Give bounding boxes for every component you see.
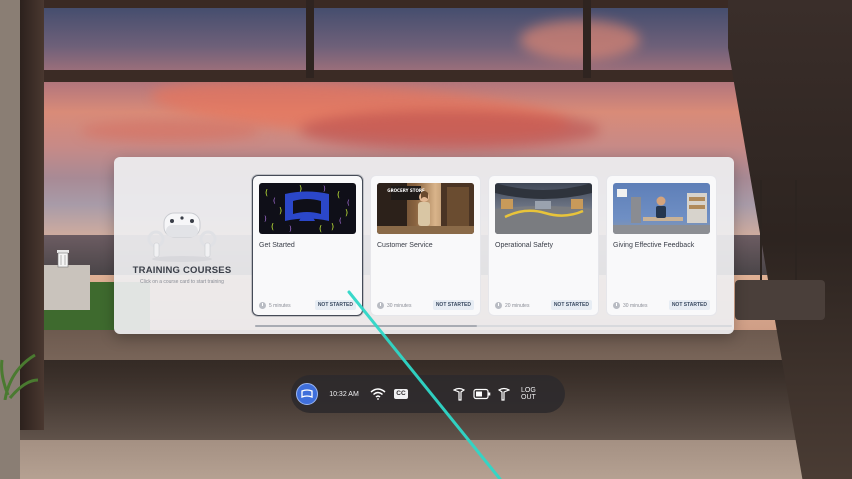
battery-icon — [473, 388, 491, 400]
svg-text:): ) — [323, 185, 326, 193]
course-card-giving-effective-feedback[interactable]: Giving Effective Feedback 30 minutes NOT… — [606, 175, 717, 316]
panel-header: TRAINING COURSES Click on a course card … — [114, 157, 250, 334]
battery-status — [471, 375, 493, 413]
svg-text:(: ( — [337, 190, 340, 199]
clock-icon — [377, 302, 384, 309]
course-card-operational-safety[interactable]: Operational Safety 20 minutes NOT STARTE… — [488, 175, 599, 316]
cloud — [520, 20, 640, 60]
office-scene — [613, 189, 710, 234]
course-title: Giving Effective Feedback — [613, 242, 695, 249]
menu-button[interactable] — [296, 383, 318, 405]
course-card-customer-service[interactable]: GROCERY STORE Customer Service 30 minute… — [370, 175, 481, 316]
course-title: Get Started — [259, 242, 295, 249]
grocery-store-scene: GROCERY STORE — [377, 183, 474, 234]
vr-headset-controllers-icon — [147, 212, 217, 262]
training-courses-panel: TRAINING COURSES Click on a course card … — [114, 157, 734, 334]
headset-view-icon: ()( ()) )( ()( ()) — [264, 184, 350, 233]
panel-title: TRAINING COURSES — [132, 265, 232, 276]
plant-icon — [0, 353, 39, 400]
course-title: Operational Safety — [495, 242, 553, 249]
duration-text: 30 minutes — [387, 302, 412, 309]
course-duration: 20 minutes — [495, 302, 529, 309]
course-thumbnail — [495, 183, 592, 234]
duration-text: 5 minutes — [269, 302, 291, 309]
closed-captions-icon: CC — [394, 388, 408, 400]
cloud — [80, 120, 260, 142]
course-title: Customer Service — [377, 242, 433, 249]
svg-text:(: ( — [339, 217, 342, 225]
trash-bin-icon — [57, 250, 69, 268]
svg-text:): ) — [331, 222, 334, 231]
right-controller-status — [496, 375, 512, 413]
svg-text:(: ( — [347, 199, 350, 207]
left-controller-icon — [453, 387, 465, 401]
course-thumbnail: GROCERY STORE — [377, 183, 474, 234]
left-controller-status — [451, 375, 467, 413]
horizontal-scrollbar[interactable] — [255, 325, 732, 327]
svg-text:): ) — [345, 208, 348, 217]
svg-text:): ) — [289, 225, 292, 233]
clock-time: 10:32 AM — [329, 390, 359, 398]
cloud — [300, 110, 600, 150]
svg-text:(: ( — [319, 224, 322, 233]
roof-beam — [20, 0, 852, 8]
svg-text:(: ( — [265, 188, 268, 197]
clock-icon — [613, 302, 620, 309]
system-dock: 10:32 AM CC LOG OUT — [291, 375, 565, 413]
course-thumbnail: ()( ()) )( ()( ()) — [259, 183, 356, 234]
store-sign: GROCERY STORE — [387, 188, 425, 193]
course-duration: 5 minutes — [259, 302, 291, 309]
left-wall — [0, 0, 20, 479]
window-mullion — [583, 0, 591, 78]
course-card-get-started[interactable]: ()( ()) )( ()( ()) Get Started 5 minutes… — [252, 175, 363, 316]
porch-swing — [735, 280, 825, 320]
status-badge: NOT STARTED — [550, 300, 592, 310]
logout-button[interactable]: LOG OUT — [521, 375, 551, 413]
clock-icon — [495, 302, 502, 309]
course-duration: 30 minutes — [613, 302, 647, 309]
status-badge: NOT STARTED — [432, 300, 474, 310]
right-controller-icon — [498, 387, 510, 401]
scrollbar-thumb[interactable] — [255, 325, 477, 327]
duration-text: 30 minutes — [623, 302, 648, 309]
status-badge: NOT STARTED — [314, 300, 356, 310]
wifi-icon — [370, 388, 386, 400]
svg-text:(: ( — [273, 197, 276, 205]
window-mullion — [306, 0, 314, 78]
window-beam — [20, 70, 740, 82]
status-badge: NOT STARTED — [668, 300, 710, 310]
wifi-status[interactable] — [368, 375, 388, 413]
svg-text:(: ( — [271, 222, 274, 231]
panel-subtitle: Click on a course card to start training — [140, 279, 224, 285]
duration-text: 20 minutes — [505, 302, 530, 309]
clock-icon — [259, 302, 266, 309]
course-duration: 30 minutes — [377, 302, 411, 309]
closed-captions-button[interactable]: CC — [392, 375, 410, 413]
menu-icon — [301, 389, 313, 398]
svg-text:): ) — [264, 215, 267, 223]
svg-text:): ) — [279, 206, 282, 215]
course-thumbnail — [613, 183, 710, 234]
warehouse-panorama — [495, 183, 592, 234]
